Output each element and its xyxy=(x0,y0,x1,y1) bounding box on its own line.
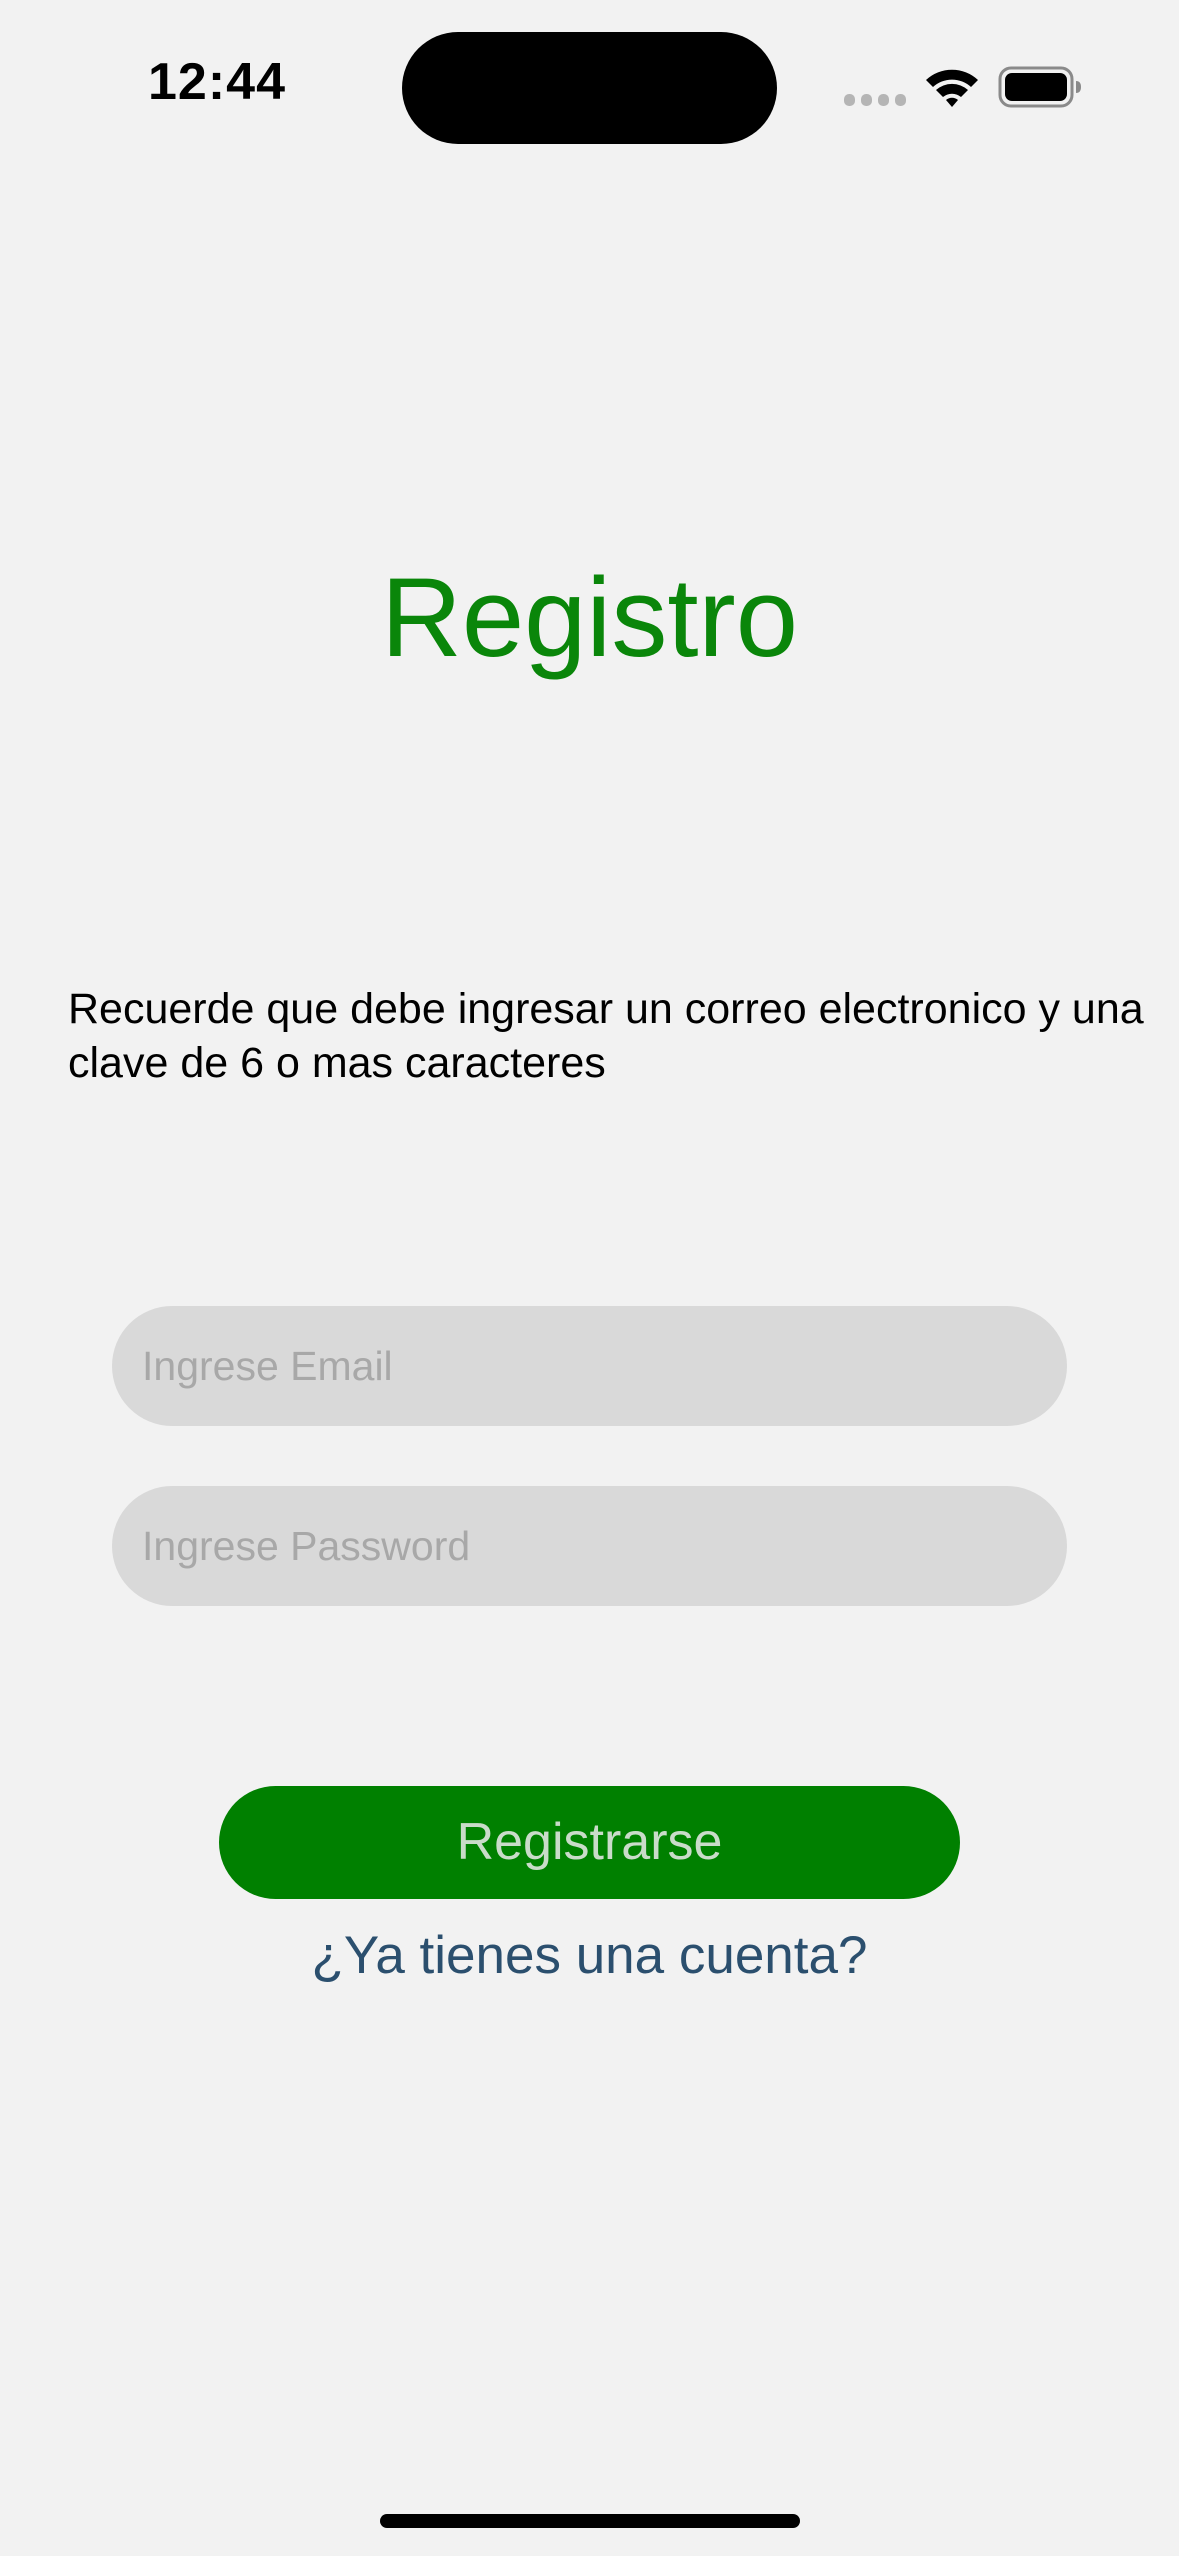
battery-icon xyxy=(998,66,1081,108)
status-time: 12:44 xyxy=(148,53,286,111)
wifi-icon xyxy=(926,69,978,107)
password-field[interactable] xyxy=(112,1486,1067,1606)
signal-icon xyxy=(844,94,906,106)
dynamic-island xyxy=(402,32,777,144)
login-link[interactable]: ¿Ya tienes una cuenta? xyxy=(0,1918,1179,1994)
hint-text: Recuerde que debe ingresar un correo ele… xyxy=(68,985,1144,1087)
page-title: Registro xyxy=(380,555,799,680)
register-screen: 12:44 Registro Recuerde que debe ingresa… xyxy=(0,0,1179,2556)
email-field[interactable] xyxy=(112,1306,1067,1426)
home-indicator[interactable] xyxy=(380,2514,800,2528)
register-button[interactable]: Registrarse xyxy=(219,1786,960,1899)
